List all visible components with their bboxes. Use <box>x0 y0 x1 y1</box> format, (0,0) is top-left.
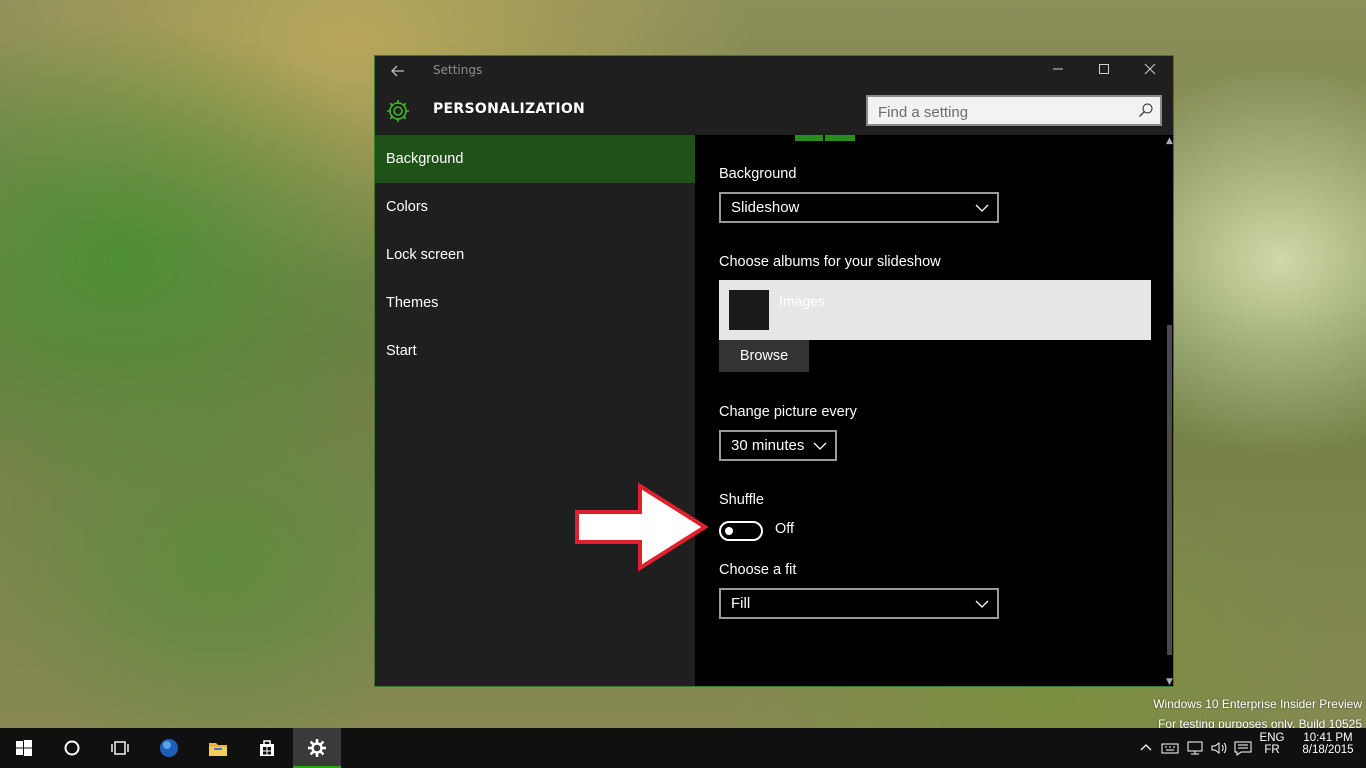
sidebar-item-background[interactable]: Background <box>375 135 695 183</box>
background-dropdown[interactable]: Slideshow <box>719 192 999 223</box>
album-tile[interactable]: Images <box>719 280 1151 340</box>
task-view-button[interactable] <box>96 728 144 768</box>
back-button[interactable] <box>387 60 409 82</box>
keyboard-layout: FR <box>1264 744 1280 756</box>
background-dropdown-value: Slideshow <box>731 199 800 216</box>
clock[interactable]: 10:41 PM 8/18/2015 <box>1296 732 1360 756</box>
chevron-down-icon <box>975 204 989 212</box>
file-explorer-icon <box>209 743 227 756</box>
toggle-knob <box>725 527 733 535</box>
sidebar-item-label: Start <box>386 343 417 359</box>
albums-label: Choose albums for your slideshow <box>719 254 941 270</box>
settings-content: Background Slideshow Choose albums for y… <box>695 135 1173 686</box>
minimize-icon <box>1053 68 1063 70</box>
watermark-line-1: Windows 10 Enterprise Insider Preview <box>1153 697 1362 711</box>
page-header: PERSONALIZATION <box>375 86 1173 135</box>
close-icon <box>1144 63 1156 75</box>
interval-dropdown[interactable]: 30 minutes <box>719 430 837 461</box>
sidebar-item-themes[interactable]: Themes <box>375 279 695 327</box>
interval-label: Change picture every <box>719 404 857 420</box>
album-name: Images <box>779 293 825 309</box>
sidebar-item-label: Lock screen <box>386 247 465 263</box>
page-title: PERSONALIZATION <box>433 101 586 117</box>
album-thumbnail <box>729 290 769 330</box>
shuffle-state: Off <box>775 521 795 537</box>
sidebar-item-start[interactable]: Start <box>375 327 695 375</box>
store-icon <box>260 740 274 756</box>
maximize-icon <box>1099 64 1109 74</box>
annotation-arrow-icon <box>575 482 709 572</box>
task-view-icon <box>111 741 129 755</box>
close-button[interactable] <box>1127 56 1173 86</box>
chevron-up-icon[interactable] <box>1139 740 1153 756</box>
scroll-up-icon[interactable]: ▲ <box>1164 135 1173 147</box>
maximize-button[interactable] <box>1081 56 1127 86</box>
chevron-down-icon <box>975 600 989 608</box>
gear-icon <box>387 100 409 122</box>
scroll-thumb[interactable] <box>1167 325 1172 655</box>
network-icon[interactable] <box>1186 740 1204 756</box>
fit-label: Choose a fit <box>719 562 797 578</box>
settings-window: Settings PERSONALIZATION Ba <box>374 55 1174 687</box>
file-explorer-button[interactable] <box>194 728 242 768</box>
fit-dropdown-value: Fill <box>731 595 751 612</box>
settings-taskbar-button[interactable] <box>293 728 341 768</box>
start-icon <box>16 740 32 756</box>
sidebar: Background Colors Lock screen Themes Sta… <box>375 135 695 686</box>
action-center-icon[interactable] <box>1234 740 1252 756</box>
back-arrow-icon <box>391 65 404 77</box>
sidebar-item-label: Themes <box>386 295 439 311</box>
cortana-icon <box>64 740 80 756</box>
content-scrollbar[interactable]: ▲ ▼ <box>1164 135 1173 686</box>
edge-button[interactable] <box>145 728 193 768</box>
taskbar: ENG FR 10:41 PM 8/18/2015 <box>0 728 1366 768</box>
clock-time: 10:41 PM <box>1303 732 1353 744</box>
language-indicator[interactable]: ENG FR <box>1256 732 1288 756</box>
store-button[interactable] <box>243 728 291 768</box>
preview-edge <box>795 135 855 141</box>
keyboard-icon[interactable] <box>1161 740 1179 756</box>
interval-dropdown-value: 30 minutes <box>731 437 805 454</box>
sidebar-item-lock-screen[interactable]: Lock screen <box>375 231 695 279</box>
edge-icon <box>160 739 178 757</box>
sidebar-item-label: Background <box>386 151 464 167</box>
volume-icon[interactable] <box>1210 740 1228 756</box>
shuffle-label: Shuffle <box>719 492 764 508</box>
search-box[interactable] <box>866 95 1162 126</box>
title-bar: Settings <box>375 56 1173 86</box>
window-title: Settings <box>433 63 483 77</box>
sidebar-item-colors[interactable]: Colors <box>375 183 695 231</box>
fit-dropdown[interactable]: Fill <box>719 588 999 619</box>
clock-date: 8/18/2015 <box>1302 744 1354 756</box>
language-code: ENG <box>1259 732 1285 744</box>
scroll-down-icon[interactable]: ▼ <box>1164 676 1173 686</box>
minimize-button[interactable] <box>1035 56 1081 86</box>
settings-icon <box>308 739 326 757</box>
shuffle-toggle[interactable] <box>719 521 763 541</box>
search-input[interactable] <box>876 100 1130 124</box>
background-label: Background <box>719 166 797 182</box>
start-button[interactable] <box>0 728 48 768</box>
search-icon[interactable] <box>1138 102 1154 118</box>
chevron-down-icon <box>813 442 827 450</box>
cortana-button[interactable] <box>48 728 96 768</box>
browse-button[interactable]: Browse <box>719 340 809 372</box>
sidebar-item-label: Colors <box>386 199 428 215</box>
